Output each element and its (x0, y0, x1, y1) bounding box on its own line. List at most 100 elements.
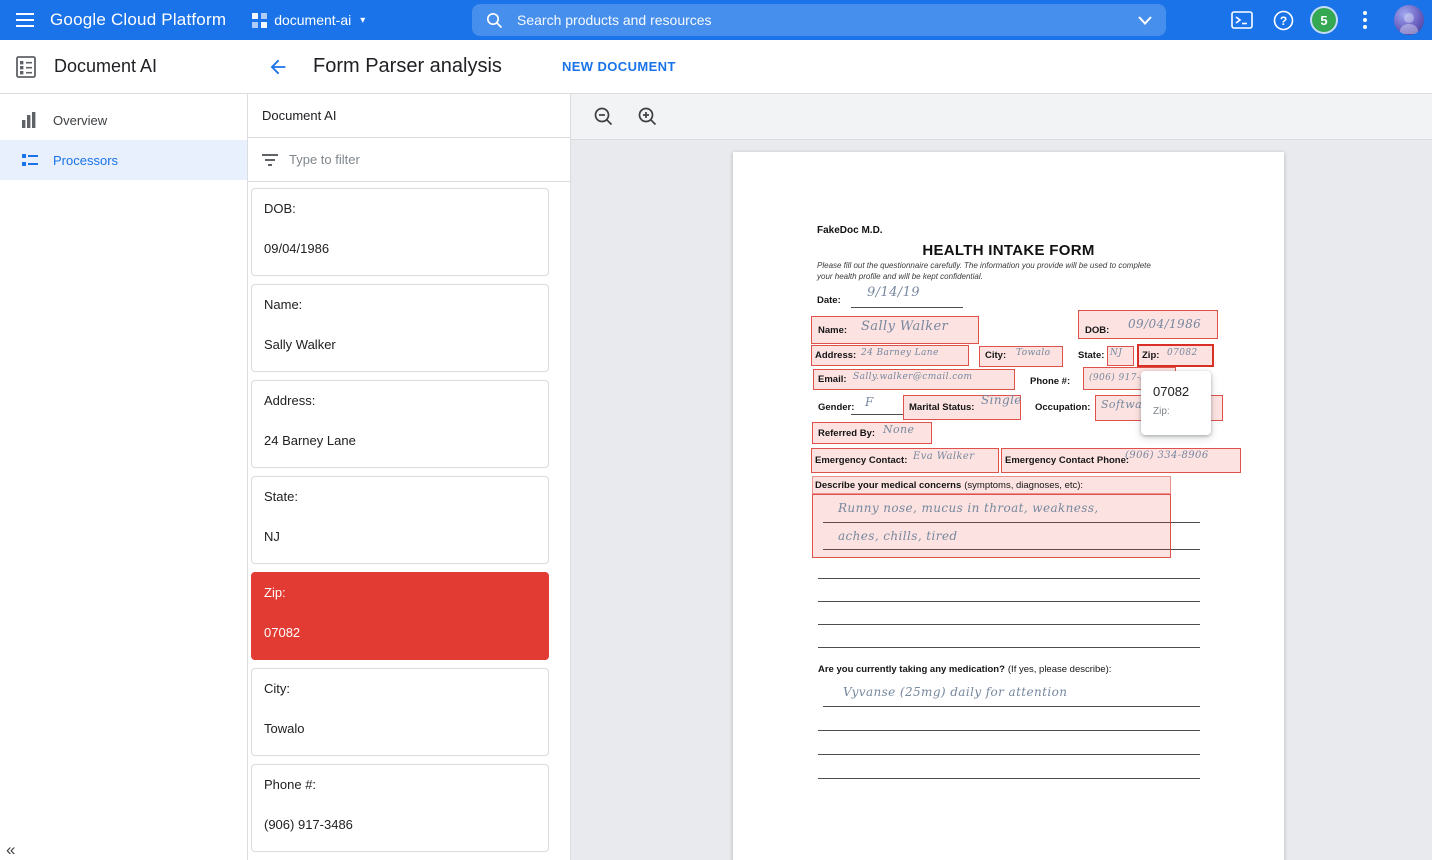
doc-gender-value: F (865, 395, 874, 409)
field-card-dob[interactable]: DOB: 09/04/1986 (251, 188, 549, 276)
chevron-down-icon: ▾ (360, 15, 365, 26)
search-chevron-icon[interactable] (1138, 16, 1152, 25)
viewer-canvas[interactable]: FakeDoc M.D. HEALTH INTAKE FORM Please f… (571, 140, 1432, 860)
field-card-name[interactable]: Name: Sally Walker (251, 284, 549, 372)
doc-medication-value: Vyvanse (25mg) daily for attention (843, 685, 1067, 699)
doc-emergency-phone-label: Emergency Contact Phone: (1005, 455, 1129, 466)
doc-medication-label: Are you currently taking any medication?… (818, 664, 1111, 675)
doc-emergency-contact-label: Emergency Contact: (815, 455, 907, 466)
filter-row (248, 138, 570, 182)
gcp-logo[interactable]: Google Cloud Platform (50, 10, 226, 30)
doc-intro-line1: Please fill out the questionnaire carefu… (817, 261, 1151, 270)
doc-email-value: Sally.walker@cmail.com (853, 372, 972, 382)
doc-emergency-phone-value: (906) 334-8906 (1125, 450, 1209, 461)
sidebar-item-overview[interactable]: Overview (0, 100, 247, 140)
doc-dob-label: DOB: (1085, 325, 1109, 336)
field-card-city[interactable]: City: Towalo (251, 668, 549, 756)
doc-dob-value: 09/04/1986 (1128, 317, 1201, 331)
project-name: document-ai (274, 12, 351, 28)
doc-referred-label: Referred By: (818, 428, 875, 439)
zoom-out-icon[interactable] (591, 105, 615, 129)
svg-text:?: ? (1279, 14, 1286, 28)
blank-line (851, 307, 963, 308)
blank-line (818, 624, 1200, 625)
project-icon (252, 13, 267, 28)
panel-title: Document AI (248, 94, 570, 138)
doc-occupation-label: Occupation: (1035, 402, 1090, 413)
cloud-shell-icon[interactable] (1230, 8, 1254, 32)
search-bar[interactable] (472, 4, 1166, 36)
tooltip-value: 07082 (1153, 384, 1211, 399)
doc-date-label: Date: (817, 295, 841, 306)
collapse-nav-icon[interactable]: « (6, 840, 15, 860)
field-tooltip: 07082 Zip: (1141, 371, 1211, 435)
topbar-actions: ? 5 (1230, 0, 1424, 40)
fields-panel: Document AI DOB: 09/04/1986 Name: Sally … (247, 94, 571, 860)
blank-line (818, 601, 1200, 602)
doc-title: HEALTH INTAKE FORM (733, 242, 1284, 259)
menu-icon[interactable] (0, 13, 50, 27)
document-ai-icon (14, 55, 38, 79)
blank-line (823, 706, 1200, 707)
doc-concerns-label: Describe your medical concerns(symptoms,… (815, 480, 1083, 491)
blank-line (818, 578, 1200, 579)
hamburger-bars (16, 13, 34, 27)
doc-marital-value: Single (981, 393, 1022, 407)
tooltip-label: Zip: (1153, 406, 1211, 417)
doc-zip-label: Zip: (1142, 350, 1159, 361)
main-area: Overview Processors « Document AI (0, 94, 1432, 860)
page-title: Form Parser analysis (313, 55, 502, 78)
avatar[interactable] (1394, 5, 1424, 35)
blank-line (818, 754, 1200, 755)
product-header: Document AI (0, 55, 247, 79)
more-options-icon[interactable] (1353, 8, 1377, 32)
doc-phone-label: Phone #: (1030, 376, 1070, 387)
doc-gender-label: Gender: (818, 402, 854, 413)
doc-state-value: NJ (1110, 348, 1122, 358)
field-card-phone[interactable]: Phone #: (906) 917-3486 (251, 764, 549, 852)
topbar: Google Cloud Platform document-ai ▾ (0, 0, 1432, 40)
filter-input[interactable] (289, 152, 556, 167)
doc-clinic-name: FakeDoc M.D. (817, 225, 883, 236)
doc-name-label: Name: (818, 325, 847, 336)
search-icon (486, 12, 503, 29)
field-card-list: DOB: 09/04/1986 Name: Sally Walker Addre… (248, 182, 570, 860)
doc-address-value: 24 Barney Lane (861, 348, 939, 358)
blank-line (818, 647, 1200, 648)
doc-date-value: 9/14/19 (867, 285, 920, 300)
sidebar-item-label: Processors (53, 153, 118, 168)
doc-emergency-contact-value: Eva Walker (913, 451, 974, 462)
notifications-badge[interactable]: 5 (1312, 8, 1336, 32)
zoom-in-icon[interactable] (635, 105, 659, 129)
document-viewer: FakeDoc M.D. HEALTH INTAKE FORM Please f… (571, 94, 1432, 860)
back-arrow-icon[interactable] (267, 56, 289, 78)
project-selector[interactable]: document-ai ▾ (252, 12, 365, 28)
doc-zip-value: 07082 (1167, 348, 1198, 358)
doc-state-label: State: (1078, 350, 1104, 361)
sidebar-item-processors[interactable]: Processors (0, 140, 247, 180)
doc-intro-line2: your health profile and will be kept con… (817, 272, 983, 281)
help-icon[interactable]: ? (1271, 8, 1295, 32)
document-page: FakeDoc M.D. HEALTH INTAKE FORM Please f… (733, 152, 1284, 860)
filter-icon (262, 154, 278, 166)
doc-concerns-line1: Runny nose, mucus in throat, weakness, (838, 501, 1099, 515)
new-document-button[interactable]: NEW DOCUMENT (562, 59, 676, 74)
sidebar-item-label: Overview (53, 113, 107, 128)
viewer-toolbar (571, 94, 1432, 140)
search-input[interactable] (517, 12, 1138, 28)
doc-address-label: Address: (815, 350, 856, 361)
doc-concerns-line2: aches, chills, tired (838, 529, 957, 543)
doc-marital-label: Marital Status: (909, 402, 974, 413)
doc-email-label: Email: (818, 374, 847, 385)
product-title: Document AI (54, 56, 157, 77)
doc-city-label: City: (985, 350, 1006, 361)
doc-referred-value: None (883, 423, 914, 436)
field-card-address[interactable]: Address: 24 Barney Lane (251, 380, 549, 468)
field-card-state[interactable]: State: NJ (251, 476, 549, 564)
blank-line (851, 414, 903, 415)
page-header: Document AI Form Parser analysis NEW DOC… (0, 40, 1432, 94)
doc-name-value: Sally Walker (861, 319, 948, 334)
overview-icon (21, 111, 39, 129)
blank-line (818, 778, 1200, 779)
field-card-zip-selected[interactable]: Zip: 07082 (251, 572, 549, 660)
